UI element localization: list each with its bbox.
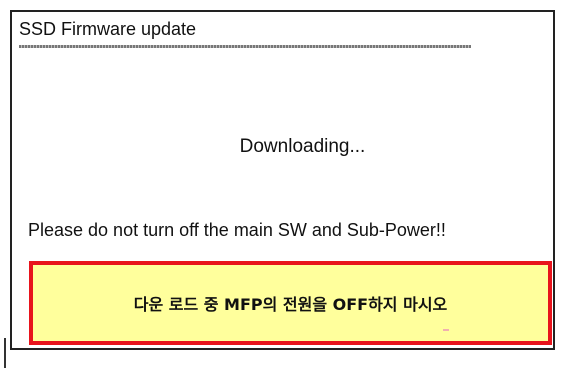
- title-underline: [19, 45, 471, 48]
- download-status-text: Downloading...: [239, 136, 366, 157]
- window-edge-stub: [4, 338, 6, 368]
- korean-notice-box: 다운 로드 중 MFP의 전원을 OFF하지 마시오: [29, 261, 552, 345]
- firmware-update-dialog: SSD Firmware update Downloading... Pleas…: [10, 10, 555, 350]
- notice-mark: [443, 329, 449, 331]
- dialog-title: SSD Firmware update: [19, 19, 197, 39]
- power-warning-text: Please do not turn off the main SW and S…: [28, 220, 446, 240]
- korean-notice-text: 다운 로드 중 MFP의 전원을 OFF하지 마시오: [133, 295, 448, 314]
